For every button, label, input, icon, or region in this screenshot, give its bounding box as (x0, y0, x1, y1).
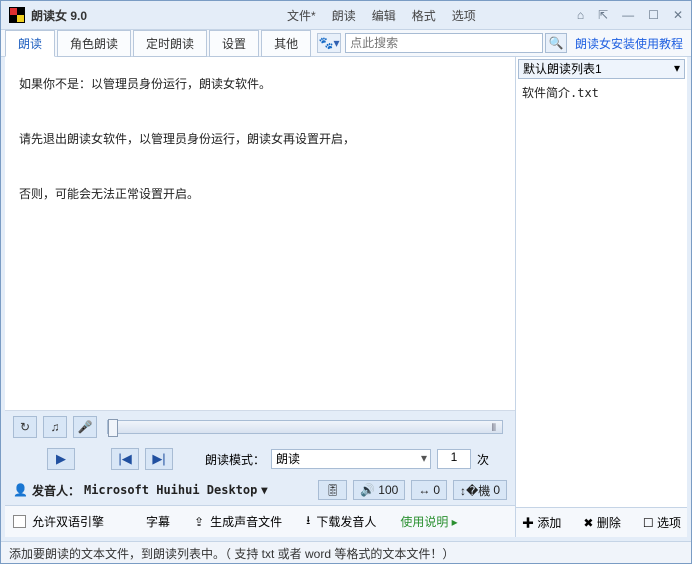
gen-audio-link[interactable]: 生成声音文件 (210, 513, 282, 530)
tab-timed[interactable]: 定时朗读 (133, 30, 207, 57)
progress-slider[interactable]: ⦀ (107, 420, 503, 434)
tab-bar: 朗读 角色朗读 定时朗读 设置 其他 🐾▾ 🔍 朗读女安装使用教程 (1, 29, 691, 57)
subtitle-link[interactable]: 字幕 (146, 513, 170, 530)
delete-button[interactable]: ✖ 删除 (583, 514, 620, 531)
person-icon: 👤 (13, 483, 28, 497)
app-window: 朗读女 9.0 文件* 朗读 编辑 格式 选项 ⌂ ⇱ — ☐ ✕ 朗读 角色朗… (0, 0, 692, 564)
tab-read[interactable]: 朗读 (5, 30, 55, 57)
paw-button[interactable]: 🐾▾ (317, 33, 341, 53)
slider-end-icon: ⦀ (492, 423, 496, 434)
text-area[interactable]: 如果你不是：以管理员身份运行，朗读女软件。 请先退出朗读女软件，以管理员身份运行… (5, 57, 515, 411)
sliders-icon: 🎚 (325, 483, 340, 497)
chevron-down-icon[interactable]: ▾ (261, 483, 267, 497)
pin-icon[interactable]: ⇱ (598, 8, 608, 22)
music-icon[interactable]: ♫ (43, 416, 67, 438)
player-controls: ↻ ♫ 🎤 ⦀ ▶ |◀ ▶| 朗读模式： 朗读 (5, 411, 515, 537)
tab-other[interactable]: 其他 (261, 30, 311, 57)
text-line: 如果你不是：以管理员身份运行，朗读女软件。 (19, 71, 501, 97)
mode-select[interactable]: 朗读 (271, 449, 431, 469)
pitch-control[interactable]: ↕�機0 (453, 480, 507, 500)
volume-icon: 🔊 (360, 483, 375, 497)
add-button[interactable]: ✚ 添加 (522, 514, 561, 531)
bilingual-label[interactable]: 允许双语引擎 (32, 513, 104, 530)
play-button[interactable]: ▶ (47, 448, 75, 470)
playlist-item[interactable]: 软件简介.txt (516, 81, 687, 104)
home-icon[interactable]: ⌂ (577, 8, 584, 22)
times-input[interactable]: 1 (437, 449, 471, 469)
playlist-select[interactable]: 默认朗读列表1 (518, 59, 685, 79)
menu-edit[interactable]: 编辑 (372, 7, 396, 24)
status-bar: 添加要朗读的文本文件，到朗读列表中。（ 支持 txt 或者 word 等格式的文… (1, 541, 691, 563)
options-button[interactable]: ☐ 选项 (643, 514, 681, 531)
left-panel: 如果你不是：以管理员身份运行，朗读女软件。 请先退出朗读女软件，以管理员身份运行… (5, 57, 515, 537)
playlist-panel: 默认朗读列表1 软件简介.txt ✚ 添加 ✖ 删除 ☐ 选项 (515, 57, 687, 537)
download-icon: ⭳ (306, 511, 310, 532)
title-bar: 朗读女 9.0 文件* 朗读 编辑 格式 选项 ⌂ ⇱ — ☐ ✕ (1, 1, 691, 29)
text-line: 请先退出朗读女软件，以管理员身份运行，朗读女再设置开启， (19, 126, 501, 152)
menu-file[interactable]: 文件* (287, 7, 316, 24)
slider-thumb[interactable] (108, 419, 118, 437)
mode-label: 朗读模式： (205, 451, 265, 468)
prev-button[interactable]: |◀ (111, 448, 139, 470)
menu-format[interactable]: 格式 (412, 7, 436, 24)
window-controls: ⌂ ⇱ — ☐ ✕ (577, 8, 683, 22)
download-voice-link[interactable]: 下载发音人 (316, 513, 376, 530)
cycle-icon[interactable]: ↻ (13, 416, 37, 438)
mic-icon[interactable]: 🎤 (73, 416, 97, 438)
voice-name: Microsoft Huihui Desktop (84, 483, 257, 497)
main-menu: 文件* 朗读 编辑 格式 选项 (287, 7, 476, 24)
usage-link[interactable]: 使用说明 ▸ (400, 513, 457, 530)
playlist-actions: ✚ 添加 ✖ 删除 ☐ 选项 (516, 507, 687, 537)
export-icon: ⇪ (194, 515, 204, 529)
pitch-icon: ↕�機 (460, 482, 490, 499)
close-icon[interactable]: ✕ (673, 8, 683, 22)
bilingual-checkbox[interactable] (13, 515, 26, 528)
search-button[interactable]: 🔍 (545, 33, 567, 53)
menu-options[interactable]: 选项 (452, 7, 476, 24)
rate-control[interactable]: ↔0 (411, 480, 447, 500)
voice-settings-button[interactable]: 🎚 (318, 480, 347, 500)
app-icon (9, 7, 25, 23)
text-line: 否则，可能会无法正常设置开启。 (19, 181, 501, 207)
tab-settings[interactable]: 设置 (209, 30, 259, 57)
rate-icon: ↔ (418, 483, 430, 497)
tab-role[interactable]: 角色朗读 (57, 30, 131, 57)
next-button[interactable]: ▶| (145, 448, 173, 470)
menu-read[interactable]: 朗读 (332, 7, 356, 24)
times-suffix: 次 (477, 451, 489, 468)
minimize-icon[interactable]: — (622, 8, 634, 22)
search-input[interactable] (345, 33, 543, 53)
voice-label: 👤 发音人： Microsoft Huihui Desktop ▾ (13, 482, 267, 499)
maximize-icon[interactable]: ☐ (648, 8, 659, 22)
main-area: 如果你不是：以管理员身份运行，朗读女软件。 请先退出朗读女软件，以管理员身份运行… (1, 57, 691, 541)
app-title: 朗读女 9.0 (31, 7, 87, 24)
tutorial-link[interactable]: 朗读女安装使用教程 (575, 35, 683, 52)
volume-control[interactable]: 🔊100 (353, 480, 405, 500)
